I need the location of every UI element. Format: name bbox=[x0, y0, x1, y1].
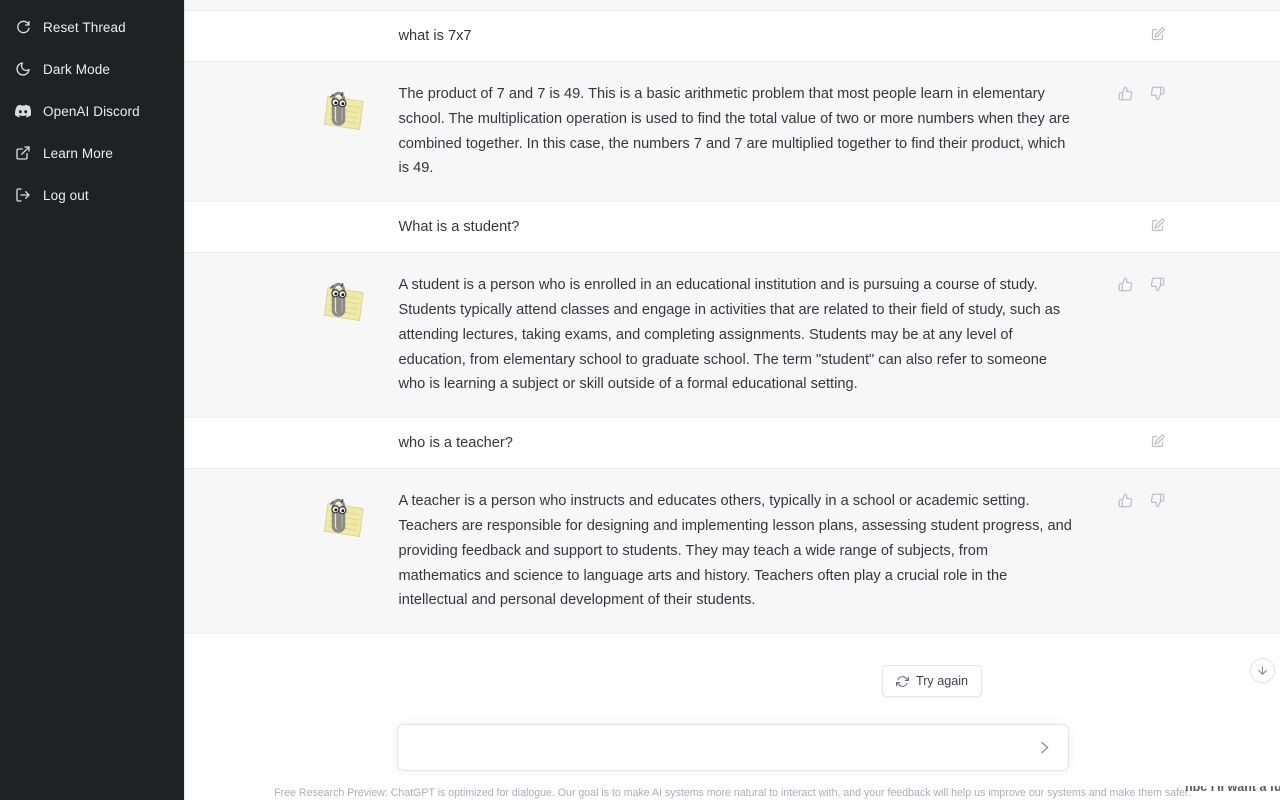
message-actions bbox=[1117, 275, 1167, 293]
chat-row-user: what is 7x7 bbox=[185, 11, 1280, 62]
message-actions bbox=[1149, 25, 1167, 43]
discord-icon bbox=[14, 103, 31, 120]
sidebar-item-label: Log out bbox=[43, 187, 89, 203]
composer-area: Free Research Preview: ChatGPT is optimi… bbox=[185, 690, 1280, 800]
chat-row-user: What is a student? bbox=[185, 202, 1280, 254]
thumbs-up-icon[interactable] bbox=[1117, 491, 1135, 509]
send-icon bbox=[1037, 740, 1052, 755]
thumbs-down-icon[interactable] bbox=[1149, 275, 1167, 293]
sidebar-item-log-out[interactable]: Log out bbox=[0, 174, 184, 216]
message-actions bbox=[1149, 216, 1167, 234]
message-actions bbox=[1117, 491, 1167, 509]
avatar-slot bbox=[303, 273, 381, 397]
avatar-slot bbox=[303, 489, 381, 613]
clippy-avatar bbox=[314, 84, 370, 140]
logout-icon bbox=[14, 187, 31, 204]
chat-row-assistant: The product of 7 and 7 is 49. This is a … bbox=[185, 62, 1280, 203]
main-content: what is 7x7 The product of 7 and 7 is 49… bbox=[185, 0, 1280, 800]
arrow-down-icon bbox=[1256, 664, 1269, 677]
thumbs-up-icon[interactable] bbox=[1117, 275, 1135, 293]
sidebar-item-label: Learn More bbox=[43, 145, 114, 161]
thumbs-down-icon[interactable] bbox=[1149, 84, 1167, 102]
edit-icon[interactable] bbox=[1149, 432, 1167, 450]
message-text: what is 7x7 bbox=[398, 28, 472, 44]
chat-row-assistant: A student is a person who is enrolled in… bbox=[185, 253, 1280, 419]
reset-icon bbox=[14, 19, 31, 36]
message-text: The product of 7 and 7 is 49. This is a … bbox=[398, 86, 1070, 177]
avatar-slot bbox=[303, 216, 381, 238]
avatar-slot bbox=[303, 25, 381, 47]
chat-row-user: who is a teacher? bbox=[185, 418, 1280, 470]
clippy-avatar bbox=[314, 275, 370, 331]
avatar-slot bbox=[303, 82, 381, 181]
partial-message-row-top bbox=[185, 0, 1280, 11]
send-button[interactable] bbox=[1032, 735, 1058, 761]
message-actions bbox=[1117, 84, 1167, 102]
sidebar-item-label: Reset Thread bbox=[43, 19, 126, 35]
thumbs-down-icon[interactable] bbox=[1149, 491, 1167, 509]
moon-icon bbox=[14, 61, 31, 78]
sidebar-item-label: Dark Mode bbox=[43, 61, 110, 77]
message-actions bbox=[1149, 432, 1167, 450]
message-text: A student is a person who is enrolled in… bbox=[398, 277, 1061, 393]
edit-icon[interactable] bbox=[1149, 25, 1167, 43]
sidebar-item-reset-thread[interactable]: Reset Thread bbox=[0, 6, 184, 48]
sidebar-item-openai-discord[interactable]: OpenAI Discord bbox=[0, 90, 184, 132]
external-link-icon bbox=[14, 145, 31, 162]
message-input[interactable] bbox=[397, 725, 1068, 770]
refresh-icon bbox=[896, 675, 909, 688]
message-text: What is a student? bbox=[398, 219, 520, 236]
sidebar-item-label: OpenAI Discord bbox=[43, 103, 140, 119]
chat-row-assistant: A teacher is a person who instructs and … bbox=[185, 469, 1280, 635]
try-again-button[interactable]: Try again bbox=[882, 665, 983, 697]
try-again-label: Try again bbox=[916, 674, 969, 688]
sidebar-item-dark-mode[interactable]: Dark Mode bbox=[0, 48, 184, 90]
avatar-slot bbox=[303, 432, 381, 454]
sidebar: Reset Thread Dark Mode OpenAI Discord Le… bbox=[0, 0, 185, 800]
thumbs-up-icon[interactable] bbox=[1117, 84, 1135, 102]
clippy-avatar bbox=[314, 491, 370, 547]
edit-icon[interactable] bbox=[1149, 216, 1167, 234]
chat-thread: what is 7x7 The product of 7 and 7 is 49… bbox=[185, 0, 1280, 800]
message-text: A teacher is a person who instructs and … bbox=[398, 493, 1072, 609]
chatgpt-app: Reset Thread Dark Mode OpenAI Discord Le… bbox=[0, 0, 1280, 800]
footer-disclaimer: Free Research Preview: ChatGPT is optimi… bbox=[274, 787, 1191, 799]
composer bbox=[396, 724, 1069, 771]
message-text: who is a teacher? bbox=[398, 435, 513, 452]
sidebar-item-learn-more[interactable]: Learn More bbox=[0, 132, 184, 174]
scroll-to-bottom-button[interactable] bbox=[1250, 658, 1275, 683]
